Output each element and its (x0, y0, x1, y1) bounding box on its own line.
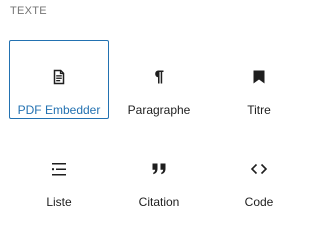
block-item-heading[interactable]: Titre (209, 40, 309, 119)
block-label: Titre (247, 103, 271, 117)
bookmark-icon (247, 65, 271, 89)
block-item-code[interactable]: Code (209, 132, 309, 211)
block-item-list[interactable]: Liste (9, 132, 109, 211)
block-inserter-panel: TEXTE PDF Embedder Paragraphe Titre List… (0, 0, 309, 232)
block-item-pdf-embedder[interactable]: PDF Embedder (9, 40, 109, 119)
list-icon (47, 157, 71, 181)
block-label: Liste (46, 195, 72, 209)
quote-icon (147, 157, 171, 181)
block-label: Paragraphe (127, 103, 191, 117)
block-label: Code (244, 195, 274, 209)
block-label: Citation (138, 195, 180, 209)
block-item-quote[interactable]: Citation (109, 132, 209, 211)
block-label: PDF Embedder (17, 103, 101, 117)
document-icon (47, 65, 71, 89)
block-item-paragraph[interactable]: Paragraphe (109, 40, 209, 119)
code-icon (247, 157, 271, 181)
paragraph-icon (147, 65, 171, 89)
section-title: TEXTE (10, 5, 47, 17)
